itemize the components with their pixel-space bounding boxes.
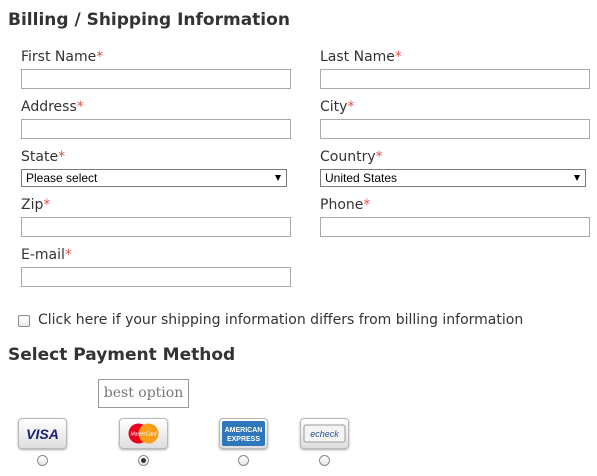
required-marker: * [76,99,84,115]
last-name-label: Last Name* [320,49,402,65]
required-marker: * [347,99,355,115]
phone-label-text: Phone [320,197,364,213]
echeck-label: echeck [310,429,339,439]
email-label: E-mail* [21,247,72,263]
visa-logo: VISA [26,426,59,442]
required-marker: * [363,197,371,213]
country-select-value: United States [325,171,398,185]
last-name-label-text: Last Name [320,49,395,65]
echeck-icon[interactable]: echeck [300,418,349,449]
amex-label-line2: EXPRESS [227,436,260,443]
required-marker: * [394,49,402,65]
required-marker: * [43,197,51,213]
country-select[interactable]: United States [320,169,586,187]
best-option-badge: best option [98,379,189,408]
visa-card-icon[interactable]: VISA [18,418,67,449]
visa-label: VISA [26,426,59,442]
amex-card-icon[interactable]: AMERICAN EXPRESS [219,418,268,449]
amex-label-line1: AMERICAN [225,427,263,434]
email-input[interactable] [21,267,291,287]
required-marker: * [64,247,72,263]
state-label: State* [21,149,65,165]
first-name-input[interactable] [21,69,291,89]
mastercard-logo: MasterCard [128,423,159,444]
shipping-differs-checkbox[interactable] [18,315,30,327]
email-label-text: E-mail [21,247,65,263]
state-select-value: Please select [26,171,98,185]
state-select[interactable]: Please select [21,169,287,187]
payment-radio-mastercard[interactable] [138,455,149,466]
city-label-text: City [320,99,348,115]
required-marker: * [96,49,104,65]
address-label-text: Address [21,99,77,115]
shipping-differs-label[interactable]: Click here if your shipping information … [38,312,523,328]
billing-section-title: Billing / Shipping Information [8,10,290,30]
mastercard-icon[interactable]: MasterCard [119,418,168,449]
first-name-label-text: First Name [21,49,97,65]
amex-logo: AMERICAN EXPRESS [222,421,265,446]
required-marker: * [375,149,383,165]
country-label-text: Country [320,149,376,165]
payment-radio-amex[interactable] [238,455,249,466]
city-input[interactable] [320,119,590,139]
state-label-text: State [21,149,59,165]
city-label: City* [320,99,354,115]
phone-label: Phone* [320,197,370,213]
required-marker: * [58,149,66,165]
echeck-logo: echeck [303,424,346,443]
payment-radio-visa[interactable] [37,455,48,466]
zip-input[interactable] [21,217,291,237]
country-label: Country* [320,149,383,165]
zip-label-text: Zip [21,197,44,213]
zip-label: Zip* [21,197,50,213]
last-name-input[interactable] [320,69,590,89]
phone-input[interactable] [320,217,590,237]
dropdown-arrow-icon [275,175,281,181]
dropdown-arrow-icon [574,175,580,181]
address-label: Address* [21,99,84,115]
mastercard-label: MasterCard [130,432,156,438]
payment-radio-echeck[interactable] [319,455,330,466]
payment-section-title: Select Payment Method [8,345,236,365]
address-input[interactable] [21,119,291,139]
first-name-label: First Name* [21,49,103,65]
